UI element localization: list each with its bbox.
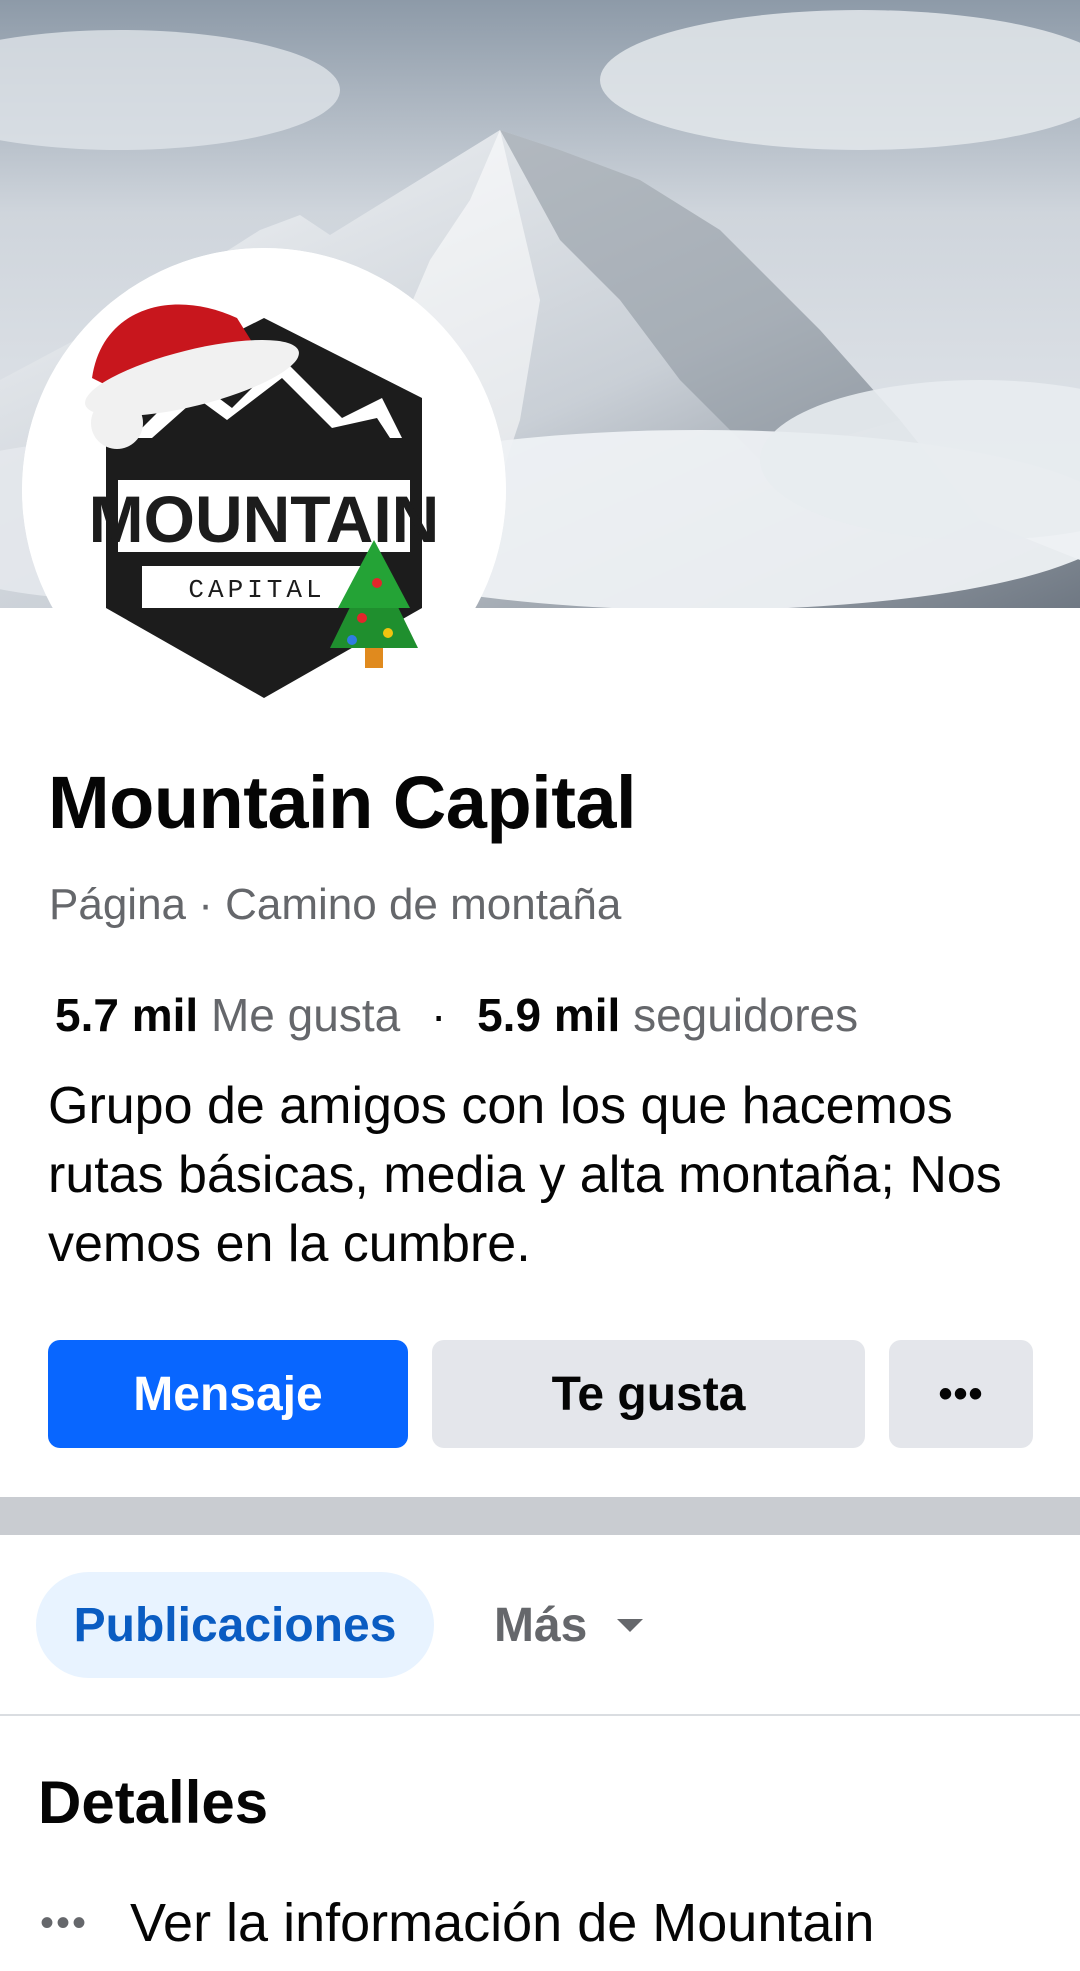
page-stats: 5.7 mil Me gusta · 5.9 mil seguidores bbox=[55, 988, 858, 1042]
logo-main-text: MOUNTAIN bbox=[89, 482, 440, 556]
more-dots-icon: ••• bbox=[40, 1900, 89, 1945]
tab-more-label: Más bbox=[494, 1598, 588, 1652]
likes-label: Me gusta bbox=[210, 989, 401, 1041]
logo-sub-text: CAPITAL bbox=[188, 575, 325, 605]
details-title: Detalles bbox=[38, 1769, 269, 1836]
tabs-divider bbox=[0, 1714, 1080, 1716]
more-dots-icon: ••• bbox=[938, 1371, 984, 1416]
mountain-capital-logo: MOUNTAIN CAPITAL bbox=[22, 248, 506, 732]
stats-separator: · bbox=[430, 989, 447, 1041]
tab-posts-label: Publicaciones bbox=[73, 1598, 397, 1652]
tab-more[interactable]: Más bbox=[494, 1572, 644, 1678]
like-button-label: Te gusta bbox=[551, 1367, 746, 1421]
page-bio: Grupo de amigos con los que hacemos ruta… bbox=[48, 1077, 1002, 1273]
section-divider bbox=[0, 1497, 1080, 1535]
caret-down-icon bbox=[617, 1618, 644, 1632]
more-options-button[interactable]: ••• bbox=[889, 1340, 1033, 1448]
message-button-label: Mensaje bbox=[133, 1367, 323, 1421]
message-button[interactable]: Mensaje bbox=[48, 1340, 408, 1448]
page-avatar[interactable]: MOUNTAIN CAPITAL bbox=[22, 248, 506, 732]
tab-posts[interactable]: Publicaciones bbox=[36, 1572, 434, 1678]
followers-count: 5.9 mil bbox=[477, 989, 621, 1041]
likes-count: 5.7 mil bbox=[55, 989, 199, 1041]
page-category: Página · Camino de montaña bbox=[49, 880, 622, 929]
details-row-text: Ver la información de Mountain bbox=[130, 1893, 875, 1953]
like-button[interactable]: Te gusta bbox=[432, 1340, 865, 1448]
details-row-info[interactable]: ••• Ver la información de Mountain bbox=[40, 1888, 874, 1958]
followers-label: seguidores bbox=[633, 989, 859, 1041]
page-title: Mountain Capital bbox=[48, 761, 637, 844]
